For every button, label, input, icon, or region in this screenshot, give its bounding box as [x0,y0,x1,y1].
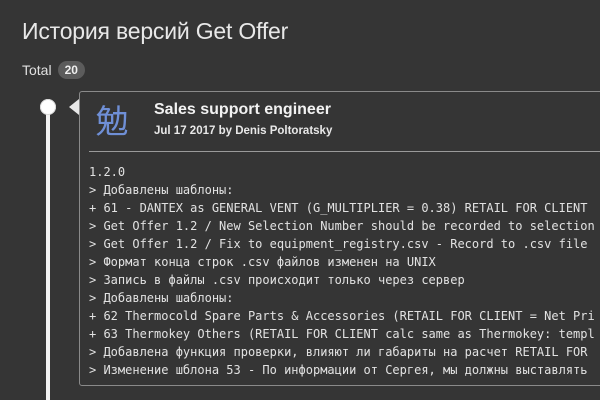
release-note-line: > Добавлены шаблоны: [89,291,234,305]
release-title: Sales support engineer [154,101,331,118]
page-title: История версий Get Offer [22,18,289,44]
total-row: Total 20 [22,61,85,79]
author-avatar-logo: 勉 [95,102,129,141]
version-history-page: История версий Get Offer Total 20 勉 Sale… [0,0,600,400]
release-meta: Jul 17 2017 by Denis Poltoratsky [154,125,333,137]
card-divider [89,151,600,152]
release-note-line: > Запись в файлы .csv происходит только … [89,273,465,287]
timeline-dot [40,99,56,115]
total-count-badge: 20 [57,61,85,79]
release-note-line: > Get Offer 1.2 / New Selection Number s… [89,219,595,233]
release-note-line: > Добавлена функция проверки, влияют ли … [89,345,588,359]
total-label: Total [22,62,52,78]
card-pointer-arrow [69,99,79,115]
release-note-line: + 63 Thermokey Others (RETAIL FOR CLIENT… [89,327,595,341]
release-notes: 1.2.0 > Добавлены шаблоны: + 61 - DANTEX… [89,163,595,379]
release-note-line: > Формат конца строк .csv файлов изменен… [89,255,436,269]
release-note-line: > Get Offer 1.2 / Fix to equipment_regis… [89,237,588,251]
release-note-line: + 61 - DANTEX as GENERAL VENT (G_MULTIPL… [89,201,588,215]
release-note-line: > Добавлены шаблоны: [89,183,234,197]
release-note-line: 1.2.0 [89,165,126,179]
release-note-line: > Изменение шблона 53 - По информации от… [89,363,588,377]
release-card: 勉 Sales support engineer Jul 17 2017 by … [79,91,600,386]
release-note-line: + 62 Thermocold Spare Parts & Accessorie… [89,309,595,323]
timeline-line [46,108,50,400]
